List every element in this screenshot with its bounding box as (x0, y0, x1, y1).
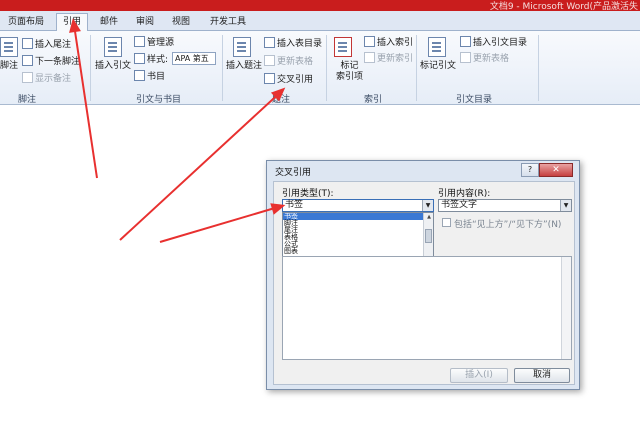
footnote-icon (0, 37, 18, 57)
insert-index-icon (364, 36, 375, 47)
cross-reference-dialog: 交叉引用 ? ✕ 引用类型(T): 书签 ▼ 书签 脚注 尾注 表格 公式 图表… (266, 160, 580, 390)
next-footnote-icon (22, 55, 33, 66)
insert-footnote-button[interactable]: 脚注 (0, 61, 18, 72)
reference-type-label: 引用类型(T): (282, 189, 334, 199)
update-table-button[interactable]: 更新表格 (264, 55, 313, 68)
insert-toa-button[interactable]: 插入引文目录 (460, 36, 527, 49)
ribbon: 脚注 插入尾注 下一条脚注 显示备注 脚注 插入引文 管理源 样式: APA 第… (0, 31, 640, 105)
insert-table-of-figures-button[interactable]: 插入表目录 (264, 37, 322, 50)
index-group-label: 索引 (364, 95, 383, 105)
list-item[interactable]: 脚注 (283, 220, 433, 227)
reference-to-select[interactable]: 书签文字 ▼ (438, 199, 572, 212)
style-icon (134, 53, 145, 64)
ribbon-tab-bar: 页面布局 引用 邮件 审阅 视图 开发工具 (0, 11, 640, 32)
update-toa-icon (460, 52, 471, 63)
update-table-icon (264, 55, 275, 66)
insert-caption-icon (233, 37, 251, 57)
mark-citation-icon (428, 37, 446, 57)
tab-developer[interactable]: 开发工具 (204, 14, 252, 31)
bibliography-button[interactable]: 书目 (134, 70, 165, 83)
dialog-body: 引用类型(T): 书签 ▼ 书签 脚注 尾注 表格 公式 图表 ▲ ▼ 引用内容… (273, 181, 575, 385)
cross-reference-icon (264, 73, 275, 84)
show-notes-icon (22, 72, 33, 83)
cross-reference-button[interactable]: 交叉引用 (264, 73, 313, 86)
update-index-button[interactable]: 更新索引 (364, 52, 413, 65)
items-scrollbar[interactable] (561, 257, 571, 359)
scroll-up-icon[interactable]: ▲ (424, 213, 433, 221)
tab-view[interactable]: 视图 (166, 14, 196, 31)
next-footnote-button[interactable]: 下一条脚注 (22, 55, 80, 68)
citation-style-select[interactable]: APA 第五 (172, 52, 216, 65)
update-index-icon (364, 52, 375, 63)
list-item[interactable]: 表格 (283, 234, 433, 241)
insert-citation-icon (104, 37, 122, 57)
citation-group-label: 引文与书目 (136, 95, 182, 105)
reference-to-label: 引用内容(R): (438, 189, 491, 199)
close-button[interactable]: ✕ (539, 163, 573, 177)
tab-review[interactable]: 审阅 (130, 14, 160, 31)
footnote-group-label: 脚注 (18, 95, 37, 105)
group-divider (90, 35, 91, 101)
insert-citation-button[interactable]: 插入引文 (95, 61, 131, 72)
reference-to-value: 书签文字 (441, 200, 478, 210)
mark-entry-icon (334, 37, 352, 57)
help-button[interactable]: ? (521, 163, 539, 177)
include-above-below-checkbox[interactable] (442, 218, 451, 227)
include-above-below-label: 包括“见上方”/“见下方”(N) (454, 220, 562, 230)
dialog-title: 交叉引用 (275, 168, 312, 178)
group-divider (222, 35, 223, 101)
insert-button[interactable]: 插入(I) (450, 368, 508, 383)
manage-sources-button[interactable]: 管理源 (134, 36, 174, 49)
style-label: 样式: (134, 53, 168, 66)
table-of-figures-icon (264, 37, 275, 48)
insert-toa-icon (460, 36, 471, 47)
list-item[interactable]: 图表 (283, 248, 433, 255)
endnote-icon (22, 38, 33, 49)
reference-type-select[interactable]: 书签 ▼ (282, 199, 434, 212)
mark-entry-button[interactable]: 标记 索引项 (336, 61, 363, 83)
chevron-down-icon[interactable]: ▼ (422, 200, 433, 211)
title-bar: 文档9 - Microsoft Word(产品激活失 (0, 0, 640, 12)
reference-type-value: 书签 (285, 200, 304, 210)
list-item[interactable]: 书签 (283, 213, 433, 220)
group-divider (538, 35, 539, 101)
list-item[interactable]: 公式 (283, 241, 433, 248)
group-divider (326, 35, 327, 101)
reference-items-list[interactable] (282, 256, 572, 360)
show-notes-button[interactable]: 显示备注 (22, 72, 71, 85)
list-item[interactable]: 尾注 (283, 227, 433, 234)
manage-sources-icon (134, 36, 145, 47)
chevron-down-icon[interactable]: ▼ (560, 200, 571, 211)
mark-citation-button[interactable]: 标记引文 (420, 61, 456, 72)
insert-index-button[interactable]: 插入索引 (364, 36, 413, 49)
scroll-thumb[interactable] (425, 229, 432, 243)
tab-page-layout[interactable]: 页面布局 (2, 14, 50, 31)
update-toa-button[interactable]: 更新表格 (460, 52, 509, 65)
bibliography-icon (134, 70, 145, 81)
toa-group-label: 引文目录 (456, 95, 493, 105)
insert-endnote-button[interactable]: 插入尾注 (22, 38, 71, 51)
insert-caption-button[interactable]: 插入题注 (226, 61, 262, 72)
annotation-arrow-head (67, 17, 81, 33)
group-divider (416, 35, 417, 101)
cancel-button[interactable]: 取消 (514, 368, 570, 383)
tab-mailings[interactable]: 邮件 (94, 14, 124, 31)
